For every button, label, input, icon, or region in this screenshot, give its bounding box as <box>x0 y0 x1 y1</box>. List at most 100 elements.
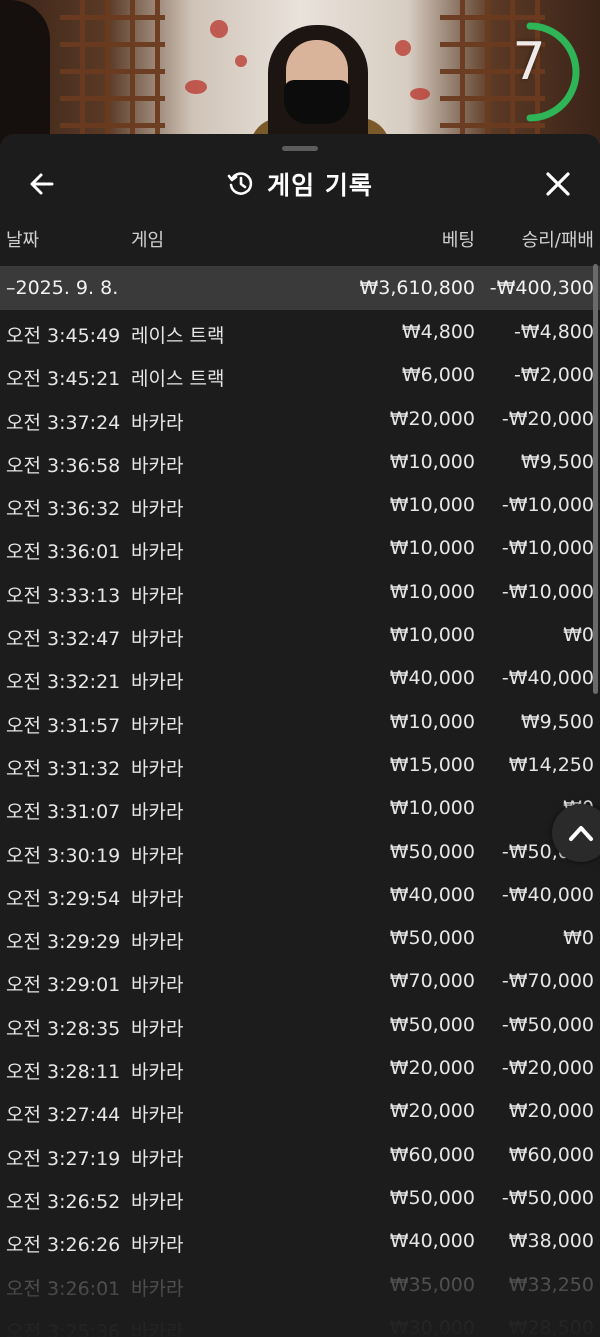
row-bet: ₩30,000 <box>389 1316 475 1337</box>
table-row[interactable]: 오전 3:32:47 바카라 ₩10,000 ₩0 <box>0 613 600 656</box>
row-time: 오전 3:29:54 <box>6 887 121 910</box>
game-history-sheet: 게임 기록 날짜 게임 베팅 승리/패배 –2025. 9. 8. ₩3,610… <box>0 134 600 1337</box>
dealer-mask <box>284 80 350 124</box>
table-row[interactable]: 오전 3:25:36 바카라 ₩30,000 ₩28,500 <box>0 1306 600 1337</box>
sheet-drag-handle[interactable] <box>282 146 318 151</box>
row-game: 바카라 <box>131 454 184 477</box>
row-time: 오전 3:31:07 <box>6 801 121 824</box>
row-result: -₩10,000 <box>501 494 594 517</box>
row-game: 바카라 <box>131 974 184 997</box>
row-bet: ₩50,000 <box>389 1013 475 1036</box>
row-result: -₩2,000 <box>513 364 594 387</box>
table-row[interactable]: 오전 3:45:21 레이스 트랙 ₩6,000 -₩2,000 <box>0 353 600 396</box>
table-row[interactable]: 오전 3:26:26 바카라 ₩40,000 ₩38,000 <box>0 1219 600 1262</box>
row-result: -₩40,000 <box>501 667 594 690</box>
row-game: 바카라 <box>131 1061 184 1084</box>
history-clock-icon <box>227 172 253 195</box>
date-group-row[interactable]: –2025. 9. 8. ₩3,610,800 -₩400,300 <box>0 266 600 310</box>
row-bet: ₩40,000 <box>389 1230 475 1253</box>
table-row[interactable]: 오전 3:26:52 바카라 ₩50,000 -₩50,000 <box>0 1176 600 1219</box>
live-video-stream: 7 <box>0 0 600 150</box>
row-bet: ₩10,000 <box>389 797 475 820</box>
row-time: 오전 3:26:01 <box>6 1277 121 1300</box>
row-result: -₩10,000 <box>501 537 594 560</box>
row-time: 오전 3:29:29 <box>6 931 121 954</box>
row-result: -₩50,000 <box>501 1186 594 1209</box>
table-row[interactable]: 오전 3:32:21 바카라 ₩40,000 -₩40,000 <box>0 656 600 699</box>
table-row[interactable]: 오전 3:31:07바카라₩10,000₩0 <box>0 786 600 829</box>
chevron-up-icon <box>569 826 593 841</box>
row-time: 오전 3:27:44 <box>6 1104 121 1127</box>
table-row[interactable]: 오전 3:31:57 바카라 ₩10,000 ₩9,500 <box>0 700 600 743</box>
column-header-date: 날짜 <box>6 230 40 251</box>
table-row[interactable]: 오전 3:36:32 바카라 ₩10,000 -₩10,000 <box>0 483 600 526</box>
row-game: 레이스 트랙 <box>131 368 225 391</box>
row-result: -₩4,800 <box>513 321 594 343</box>
row-result: ₩9,500 <box>520 450 594 473</box>
table-row[interactable]: 오전 3:45:49 레이스 트랙 ₩4,800 -₩4,800 <box>0 310 600 353</box>
close-button[interactable] <box>538 164 578 204</box>
row-game: 바카라 <box>131 844 184 867</box>
row-game: 바카라 <box>131 1147 184 1170</box>
row-game: 바카라 <box>131 541 184 564</box>
row-result: ₩20,000 <box>508 1100 594 1123</box>
table-row[interactable]: 오전 3:28:35 바카라 ₩50,000 -₩50,000 <box>0 1003 600 1046</box>
table-row[interactable]: 오전 3:29:29 바카라 ₩50,000 ₩0 <box>0 916 600 959</box>
date-group-date: –2025. 9. 8. <box>6 277 119 299</box>
row-result: -₩10,000 <box>501 580 594 603</box>
row-time: 오전 3:28:11 <box>6 1061 121 1084</box>
row-result: ₩38,000 <box>508 1230 594 1253</box>
row-game: 바카라 <box>131 1190 184 1213</box>
row-bet: ₩10,000 <box>389 537 475 560</box>
table-row[interactable]: 오전 3:26:01 바카라 ₩35,000 ₩33,250 <box>0 1263 600 1306</box>
row-result: ₩0 <box>563 624 594 647</box>
table-row[interactable]: 오전 3:33:13 바카라 ₩10,000 -₩10,000 <box>0 570 600 613</box>
row-bet: ₩4,800 <box>401 321 475 343</box>
row-game: 바카라 <box>131 714 184 737</box>
row-bet: ₩50,000 <box>389 1186 475 1209</box>
row-bet: ₩20,000 <box>389 1057 475 1080</box>
row-result: ₩33,250 <box>508 1273 594 1296</box>
scrollbar-thumb[interactable] <box>593 264 598 694</box>
row-game: 바카라 <box>131 1104 184 1127</box>
row-bet: ₩50,000 <box>389 840 475 863</box>
table-row[interactable]: 오전 3:27:19 바카라 ₩60,000 ₩60,000 <box>0 1133 600 1176</box>
row-time: 오전 3:45:21 <box>6 368 121 391</box>
row-game: 바카라 <box>131 1017 184 1040</box>
table-row[interactable]: 오전 3:30:19 바카라 ₩50,000 -₩50,000 <box>0 830 600 873</box>
row-bet: ₩50,000 <box>389 927 475 950</box>
row-time: 오전 3:31:57 <box>6 714 121 737</box>
countdown-timer: 7 <box>500 18 580 126</box>
window-lattice-left <box>60 0 165 150</box>
row-bet: ₩40,000 <box>389 883 475 906</box>
sheet-header: 게임 기록 <box>0 164 600 204</box>
column-header-bet: 베팅 <box>441 230 475 251</box>
table-row[interactable]: 오전 3:36:58 바카라 ₩10,000 ₩9,500 <box>0 440 600 483</box>
row-bet: ₩10,000 <box>389 494 475 517</box>
row-bet: ₩20,000 <box>389 407 475 430</box>
table-row[interactable]: 오전 3:29:54 바카라 ₩40,000 -₩40,000 <box>0 873 600 916</box>
table-row[interactable]: 오전 3:29:01 바카라 ₩70,000 -₩70,000 <box>0 959 600 1002</box>
table-row[interactable]: 오전 3:37:24 바카라 ₩20,000 -₩20,000 <box>0 397 600 440</box>
row-game: 바카라 <box>131 1234 184 1257</box>
row-bet: ₩10,000 <box>389 580 475 603</box>
row-time: 오전 3:45:49 <box>6 325 121 347</box>
row-game: 바카라 <box>131 801 184 824</box>
row-time: 오전 3:36:01 <box>6 541 121 564</box>
table-row[interactable]: 오전 3:28:11 바카라 ₩20,000 -₩20,000 <box>0 1046 600 1089</box>
date-group-bet-total: ₩3,610,800 <box>359 277 475 299</box>
row-game: 바카라 <box>131 584 184 607</box>
row-time: 오전 3:37:24 <box>6 411 121 434</box>
history-list: 오전 3:45:49 레이스 트랙 ₩4,800 -₩4,800 오전 3:45:21… <box>0 310 600 1337</box>
table-row[interactable]: 오전 3:31:32 바카라 ₩15,000 ₩14,250 <box>0 743 600 786</box>
row-bet: ₩10,000 <box>389 624 475 647</box>
row-time: 오전 3:28:35 <box>6 1017 121 1040</box>
row-result: -₩70,000 <box>501 970 594 993</box>
table-row[interactable]: 오전 3:36:01 바카라 ₩10,000 -₩10,000 <box>0 526 600 569</box>
row-time: 오전 3:26:26 <box>6 1234 121 1257</box>
row-game: 바카라 <box>131 628 184 651</box>
blossom-decoration <box>185 80 207 94</box>
row-game: 바카라 <box>131 757 184 780</box>
table-row[interactable]: 오전 3:27:44 바카라 ₩20,000 ₩20,000 <box>0 1089 600 1132</box>
row-time: 오전 3:36:32 <box>6 498 121 521</box>
